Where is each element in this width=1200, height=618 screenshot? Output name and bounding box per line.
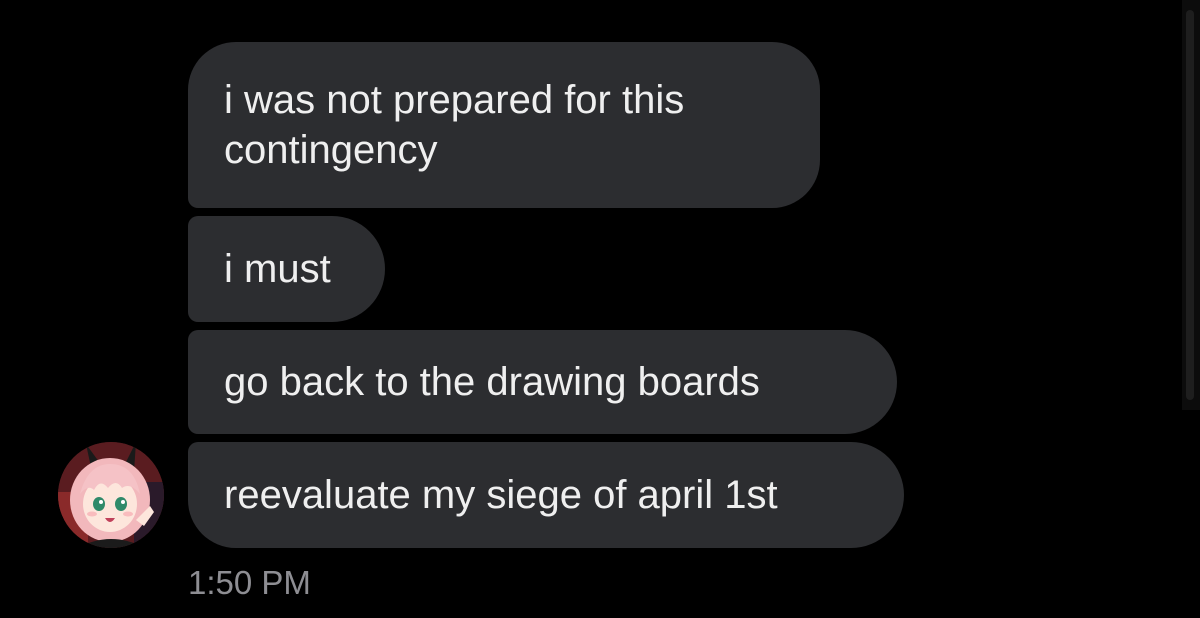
message-timestamp: 1:50 PM bbox=[188, 564, 311, 601]
message-bubble[interactable]: reevaluate my siege of april 1st bbox=[188, 442, 904, 548]
message-text: reevaluate my siege of april 1st bbox=[224, 473, 778, 517]
message-bubble[interactable]: i must bbox=[188, 216, 385, 322]
anime-girl-avatar-icon bbox=[58, 442, 164, 548]
message-text: go back to the drawing boards bbox=[224, 360, 760, 404]
message-bubble[interactable]: i was not prepared for this contingency bbox=[188, 42, 820, 208]
scrollbar[interactable] bbox=[1182, 0, 1200, 410]
sender-avatar[interactable] bbox=[58, 442, 164, 548]
message-bubble[interactable]: go back to the drawing boards bbox=[188, 330, 897, 434]
message-text: i was not prepared for this contingency bbox=[224, 78, 685, 172]
message-text: i must bbox=[224, 247, 331, 291]
message-thread: i was not prepared for this contingency … bbox=[0, 0, 1200, 618]
scrollbar-thumb[interactable] bbox=[1186, 10, 1194, 400]
